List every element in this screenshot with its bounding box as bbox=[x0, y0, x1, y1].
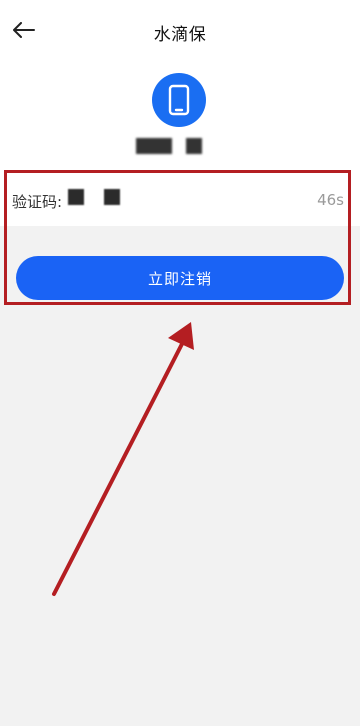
annotation-arrow-shaft bbox=[52, 338, 186, 596]
masked-phone-number bbox=[136, 138, 202, 156]
mobile-phone-icon bbox=[168, 84, 190, 116]
redaction-block bbox=[104, 189, 120, 205]
resend-countdown[interactable]: 46s bbox=[317, 191, 344, 209]
annotation-arrow-head bbox=[168, 322, 194, 350]
phone-badge bbox=[152, 73, 206, 127]
cancel-account-button[interactable]: 立即注销 bbox=[16, 256, 344, 300]
redaction-block bbox=[136, 138, 172, 154]
nav-bar: 水滴保 bbox=[0, 0, 360, 60]
redaction-block bbox=[68, 189, 84, 205]
verification-code-row[interactable]: 验证码: 46s bbox=[0, 178, 360, 224]
verification-code-value-redacted bbox=[68, 189, 120, 205]
redaction-block bbox=[186, 138, 202, 154]
verification-code-label: 验证码: bbox=[12, 193, 63, 211]
page-title: 水滴保 bbox=[153, 25, 207, 45]
